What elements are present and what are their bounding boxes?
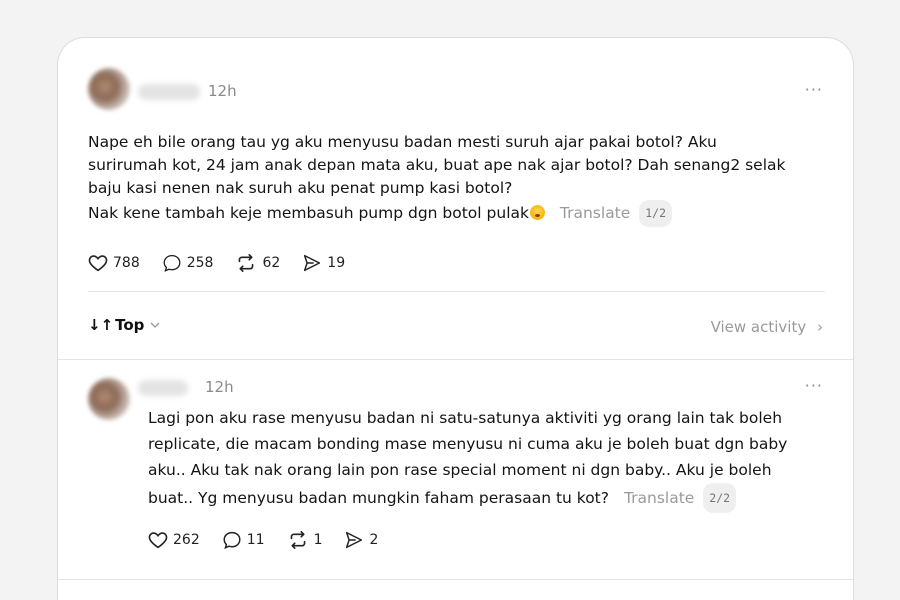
reply-translate-link[interactable]: Translate [624,489,694,507]
sort-dropdown[interactable]: ↓↑ Top [88,316,160,334]
translate-link[interactable]: Translate [560,204,630,222]
view-activity-label: View activity [710,318,807,336]
comment-count: 258 [186,255,214,271]
post-last-line: Nak kene tambah keje membasuh pump dgn b… [88,204,529,222]
post-line: Nape eh bile orang tau yg aku menyusu ba… [88,133,717,151]
reply-line: Lagi pon aku rase menyusu badan ni satu-… [148,409,783,427]
post-line: baju kasi nenen nak suruh aku penat pump… [88,179,513,197]
reply-username-blurred[interactable] [138,380,188,396]
repost-count: 62 [262,255,281,271]
send-icon [346,531,363,549]
like-button[interactable]: 788 [88,254,140,272]
reply-repost-count: 1 [313,532,323,548]
divider [88,291,825,292]
page: 12h ··· Nape eh bile orang tau yg aku me… [0,0,900,600]
reply-body: Lagi pon aku rase menyusu badan ni satu-… [148,405,838,513]
divider [58,359,853,360]
like-count: 788 [113,255,140,271]
sort-arrows-icon: ↓↑ [88,316,114,334]
reply-comment-button[interactable]: 11 [222,531,265,549]
reply-repost-button[interactable]: 1 [287,531,323,549]
divider [58,579,853,580]
translation-page-indicator: 1/2 [639,200,673,227]
reply-last-line: buat.. Yg menyusu badan mungkin faham pe… [148,489,609,507]
reply-timestamp: 12h [205,378,234,396]
post-actions: 788 258 62 19 [88,254,367,272]
reply-line: replicate, die macam bonding mase menyus… [148,435,788,453]
heart-icon [148,532,168,549]
reply-share-button[interactable]: 2 [344,531,378,549]
username-blurred[interactable] [138,84,200,100]
comment-icon [223,531,241,549]
post-body: Nape eh bile orang tau yg aku menyusu ba… [88,131,828,227]
repost-icon [290,531,305,549]
reply-like-count: 262 [173,532,200,548]
repost-icon [239,254,254,272]
chevron-right-icon: › [817,318,823,336]
share-count: 19 [327,255,346,271]
reply-line: aku.. Aku tak nak orang lain pon rase sp… [148,461,772,479]
post-line: Nak kene tambah keje membasuh pump dgn b… [88,200,828,227]
heart-icon [88,255,108,272]
reply-translation-page-indicator: 2/2 [703,483,737,513]
reply-like-button[interactable]: 262 [148,531,200,549]
reply-line: buat.. Yg menyusu badan mungkin faham pe… [148,483,838,513]
thread-card: 12h ··· Nape eh bile orang tau yg aku me… [57,37,854,600]
reply-comment-count: 11 [246,532,265,548]
send-icon [304,254,321,272]
reply-share-count: 2 [369,532,379,548]
face-with-rolling-eyes-emoji-icon [529,205,545,220]
reply-actions: 262 11 1 2 [148,531,400,549]
post-timestamp: 12h [208,82,237,100]
reply-avatar[interactable] [88,378,130,420]
post-line: surirumah kot, 24 jam anak depan mata ak… [88,156,786,174]
sort-label: Top [115,316,145,334]
repost-button[interactable]: 62 [235,254,280,272]
more-options-icon[interactable]: ··· [805,80,823,99]
view-activity-link[interactable]: View activity › [711,318,823,336]
comment-icon [163,254,181,272]
reply-more-options-icon[interactable]: ··· [805,376,823,395]
chevron-down-icon [150,318,160,332]
share-button[interactable]: 19 [302,254,345,272]
comment-button[interactable]: 258 [162,254,214,272]
avatar[interactable] [88,68,130,110]
